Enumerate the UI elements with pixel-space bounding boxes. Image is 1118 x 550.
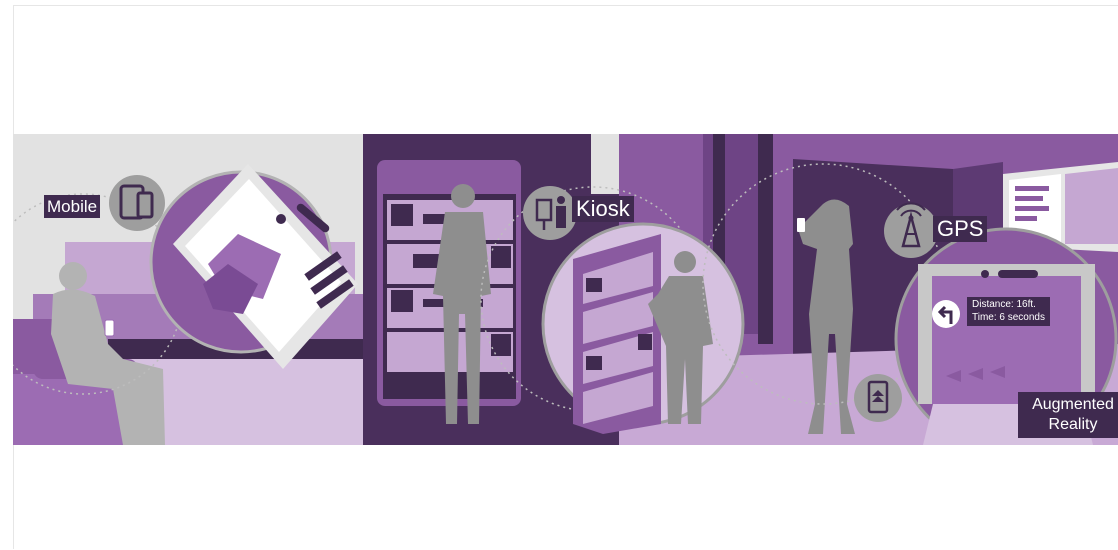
distance-text: Distance: 16ft.: [972, 299, 1036, 310]
mobile-label: Mobile: [44, 195, 101, 218]
augmented-reality-label: Augmented Reality: [1018, 392, 1118, 438]
gps-label: GPS: [933, 216, 988, 242]
time-text: Time: 6 seconds: [972, 311, 1045, 323]
wayfinding-illustration: [13, 134, 1118, 445]
kiosk-in-zoom: [573, 234, 661, 434]
turn-left-arrow-icon: [932, 300, 960, 328]
kiosk-label: Kiosk: [572, 196, 634, 222]
ar-direction-info: Distance: 16ft. Time: 6 seconds: [967, 297, 1050, 326]
